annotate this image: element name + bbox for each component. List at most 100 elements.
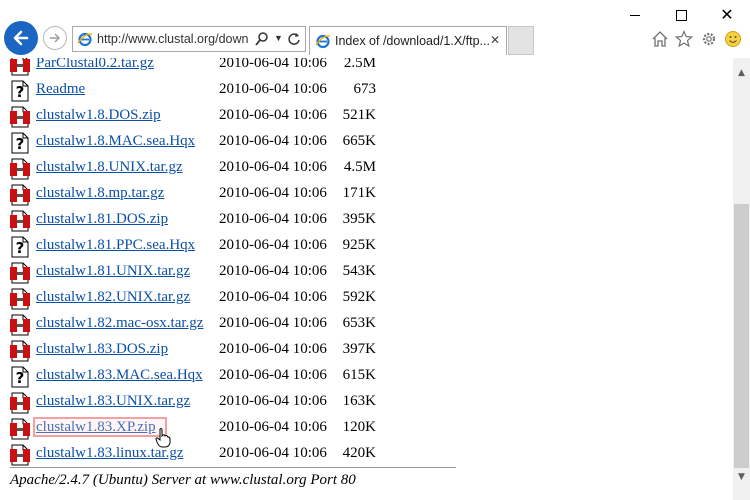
file-link[interactable]: clustalw1.83.MAC.sea.Hqx	[36, 367, 203, 384]
file-date: 2010-06-04 10:06	[219, 58, 327, 71]
file-link[interactable]: clustalw1.81.PPC.sea.Hqx	[36, 237, 195, 254]
close-icon: ✕	[720, 5, 734, 24]
file-size: 163K	[342, 393, 376, 409]
svg-text:?: ?	[16, 83, 25, 101]
file-size: 2.5M	[343, 58, 376, 71]
file-link[interactable]: clustalw1.8.MAC.sea.Hqx	[36, 133, 195, 150]
back-arrow-icon	[13, 30, 29, 46]
home-icon	[652, 31, 668, 47]
file-date: 2010-06-04 10:06	[219, 107, 327, 123]
file-size: 397K	[342, 341, 376, 357]
ie-logo-icon	[315, 34, 331, 49]
browser-toolbar: ✕ http://www.clustal.org/down ▼ Index of…	[0, 0, 750, 59]
scroll-down-icon[interactable]: ▼	[733, 468, 750, 485]
file-link[interactable]: clustalw1.81.DOS.zip	[36, 211, 168, 228]
file-link[interactable]: clustalw1.83.XP.zip	[36, 419, 156, 436]
file-link[interactable]: clustalw1.8.DOS.zip	[36, 107, 161, 124]
file-link[interactable]: clustalw1.83.linux.tar.gz	[36, 445, 183, 462]
window-close-button[interactable]: ✕	[704, 0, 750, 30]
file-link[interactable]: Readme	[36, 81, 85, 98]
file-date: 2010-06-04 10:06	[219, 367, 327, 383]
file-link[interactable]: clustalw1.8.UNIX.tar.gz	[36, 159, 183, 176]
svg-text:?: ?	[16, 135, 25, 153]
divider	[10, 467, 456, 468]
file-size: 592K	[342, 289, 376, 305]
archive-file-icon	[10, 340, 30, 362]
file-size: 653K	[342, 315, 376, 331]
address-bar[interactable]: http://www.clustal.org/down ▼	[72, 26, 306, 52]
archive-file-icon	[10, 58, 30, 76]
archive-file-icon	[10, 392, 30, 414]
file-size: 673	[353, 81, 377, 97]
file-link[interactable]: clustalw1.83.DOS.zip	[36, 341, 168, 358]
file-size: 420K	[342, 445, 376, 461]
forward-button[interactable]	[43, 26, 67, 50]
svg-text:?: ?	[16, 369, 25, 387]
file-size: 615K	[342, 367, 376, 383]
file-date: 2010-06-04 10:06	[219, 419, 327, 435]
smiley-icon	[725, 31, 741, 47]
unknown-file-icon: ?	[11, 366, 29, 388]
file-link[interactable]: clustalw1.83.UNIX.tar.gz	[36, 393, 190, 410]
feedback-button[interactable]	[723, 29, 743, 49]
tab-title: Index of /download/1.X/ftp...	[335, 34, 490, 48]
archive-file-icon	[10, 158, 30, 180]
search-icon[interactable]	[255, 31, 269, 47]
file-size: 665K	[342, 133, 376, 149]
gear-icon	[702, 32, 716, 46]
file-size: 171K	[342, 185, 376, 201]
file-date: 2010-06-04 10:06	[219, 185, 327, 201]
star-icon	[675, 30, 693, 48]
file-date: 2010-06-04 10:06	[219, 81, 327, 97]
back-button[interactable]	[4, 21, 38, 55]
tab-close-icon[interactable]: ✕	[490, 33, 500, 47]
archive-file-icon	[10, 184, 30, 206]
file-size: 120K	[342, 419, 376, 435]
file-date: 2010-06-04 10:06	[219, 211, 327, 227]
file-link[interactable]: clustalw1.8.mp.tar.gz	[36, 185, 164, 202]
file-date: 2010-06-04 10:06	[219, 341, 327, 357]
new-tab-button[interactable]	[508, 26, 534, 55]
file-size: 543K	[342, 263, 376, 279]
file-date: 2010-06-04 10:06	[219, 133, 327, 149]
tab-active[interactable]: Index of /download/1.X/ftp... ✕	[309, 26, 507, 55]
window-minimize-button[interactable]	[612, 0, 658, 30]
file-size: 395K	[342, 211, 376, 227]
home-button[interactable]	[650, 29, 670, 49]
scrollbar-thumb[interactable]	[734, 204, 749, 468]
file-size: 925K	[342, 237, 376, 253]
page-content: ParClustal0.2.tar.gz 2010-06-04 10:06 2.5M…	[0, 58, 733, 500]
file-link[interactable]: clustalw1.82.UNIX.tar.gz	[36, 289, 190, 306]
scroll-up-icon[interactable]: ▲	[733, 64, 750, 81]
file-date: 2010-06-04 10:06	[219, 159, 327, 175]
window-maximize-button[interactable]	[658, 0, 704, 30]
archive-file-icon	[10, 288, 30, 310]
file-size: 521K	[342, 107, 376, 123]
svg-text:?: ?	[16, 239, 25, 257]
unknown-file-icon: ?	[11, 236, 29, 258]
archive-file-icon	[10, 314, 30, 336]
file-date: 2010-06-04 10:06	[219, 315, 327, 331]
file-date: 2010-06-04 10:06	[219, 445, 327, 461]
file-link[interactable]: clustalw1.81.UNIX.tar.gz	[36, 263, 190, 280]
archive-file-icon	[10, 444, 30, 466]
file-date: 2010-06-04 10:06	[219, 289, 327, 305]
forward-arrow-icon	[50, 33, 60, 43]
archive-file-icon	[10, 418, 30, 440]
file-date: 2010-06-04 10:06	[219, 263, 327, 279]
file-date: 2010-06-04 10:06	[219, 237, 327, 253]
favorites-button[interactable]	[674, 29, 694, 49]
ie-logo-icon	[77, 32, 93, 47]
archive-file-icon	[10, 210, 30, 232]
refresh-icon[interactable]	[287, 31, 301, 47]
archive-file-icon	[10, 106, 30, 128]
file-link[interactable]: clustalw1.82.mac-osx.tar.gz	[36, 315, 203, 332]
vertical-scrollbar[interactable]: ▲ ▼	[733, 58, 750, 500]
unknown-file-icon: ?	[11, 132, 29, 154]
settings-button[interactable]	[699, 29, 719, 49]
unknown-file-icon: ?	[11, 80, 29, 102]
chevron-down-icon[interactable]: ▼	[274, 33, 283, 43]
file-size: 4.5M	[343, 159, 376, 175]
file-link[interactable]: ParClustal0.2.tar.gz	[36, 58, 154, 72]
server-signature: Apache/2.4.7 (Ubuntu) Server at www.clus…	[10, 472, 356, 488]
